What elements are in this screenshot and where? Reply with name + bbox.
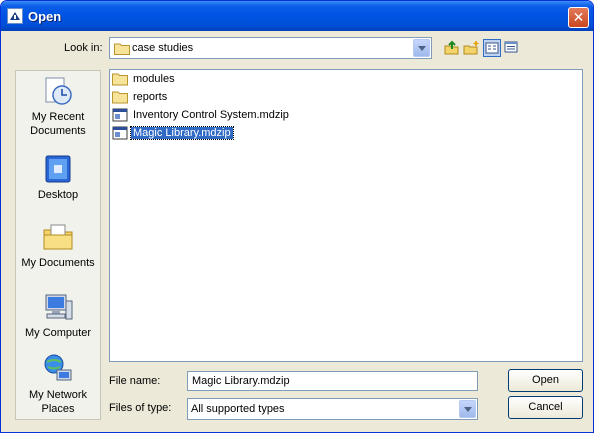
look-in-combo[interactable]: case studies <box>109 37 432 59</box>
my-documents-icon <box>16 221 100 253</box>
window-title: Open <box>28 9 62 24</box>
file-type-label: Files of type: <box>109 402 172 414</box>
file-type-value: All supported types <box>191 403 285 415</box>
file-name-label: File name: <box>109 375 161 387</box>
new-folder-icon[interactable] <box>463 39 481 57</box>
list-item[interactable]: Magic Library.mdzip <box>111 125 234 145</box>
mdzip-file-icon <box>112 126 128 145</box>
places-bar: My Recent Documents Desktop My Documents… <box>15 70 101 420</box>
look-in-label: Look in: <box>64 42 103 54</box>
folder-icon <box>114 42 130 55</box>
chevron-down-icon[interactable] <box>413 39 430 57</box>
place-desktop[interactable]: Desktop <box>16 153 100 202</box>
window-icon <box>7 8 23 24</box>
list-item[interactable]: modules <box>111 71 177 89</box>
desktop-icon <box>16 153 100 185</box>
list-view-icon[interactable] <box>483 39 501 57</box>
open-dialog: Open ✕ Look in: case studies My Recent D… <box>0 0 594 433</box>
chevron-down-icon[interactable] <box>459 400 476 418</box>
recent-documents-icon <box>16 75 100 107</box>
look-in-value: case studies <box>132 42 194 54</box>
cancel-button[interactable]: Cancel <box>508 396 583 419</box>
file-list[interactable]: modules reports Inventory Control System… <box>109 69 583 362</box>
up-folder-icon[interactable] <box>443 39 461 57</box>
list-item[interactable]: reports <box>111 89 169 107</box>
place-recent-documents[interactable]: My Recent Documents <box>16 75 100 138</box>
close-icon: ✕ <box>572 9 585 25</box>
my-computer-icon <box>16 291 100 323</box>
file-type-select[interactable]: All supported types <box>187 398 478 420</box>
network-places-icon <box>16 353 100 385</box>
place-my-documents[interactable]: My Documents <box>16 221 100 270</box>
close-button[interactable]: ✕ <box>568 7 589 28</box>
place-network[interactable]: My Network Places <box>16 353 100 416</box>
open-button[interactable]: Open <box>508 369 583 392</box>
place-my-computer[interactable]: My Computer <box>16 291 100 340</box>
list-item[interactable]: Inventory Control System.mdzip <box>111 107 291 125</box>
details-view-icon[interactable] <box>503 39 521 57</box>
title-bar[interactable]: Open ✕ <box>1 1 593 31</box>
file-name-input[interactable] <box>187 371 478 391</box>
